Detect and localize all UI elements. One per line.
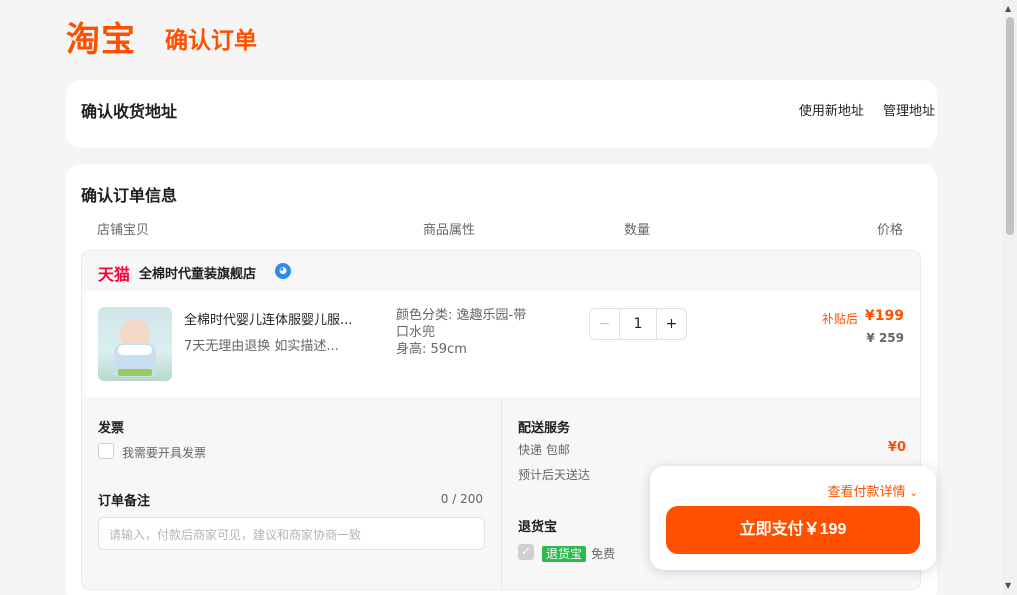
- product-attributes: 颜色分类: 逸趣乐园-带口水兜 身高: 59cm: [396, 307, 536, 358]
- shop-name[interactable]: 全棉时代童装旗舰店: [139, 263, 256, 282]
- use-new-address-link[interactable]: 使用新地址: [799, 104, 864, 119]
- column-price: 价格: [877, 223, 904, 238]
- taobao-logo[interactable]: 淘宝: [66, 20, 136, 60]
- product-services: 7天无理由退换 如实描述...: [184, 339, 339, 354]
- tmall-logo: 天猫: [98, 265, 131, 284]
- pay-panel: 查看付款详情 ⌄ 立即支付￥199: [650, 466, 936, 570]
- wangwang-chat-icon[interactable]: ◕: [275, 263, 291, 279]
- delivery-fee: ¥0: [887, 440, 906, 455]
- quantity-input[interactable]: 1: [620, 309, 656, 339]
- payment-details-label: 查看付款详情: [827, 485, 906, 500]
- return-insurance-title: 退货宝: [518, 520, 558, 535]
- increase-button[interactable]: +: [656, 309, 686, 339]
- price-original: ¥ 259: [866, 331, 904, 345]
- column-attributes: 商品属性: [423, 223, 476, 238]
- scroll-up-arrow-icon[interactable]: ▲: [1005, 4, 1011, 13]
- remark-title: 订单备注: [98, 494, 151, 509]
- column-quantity: 数量: [624, 223, 651, 238]
- return-insurance-free: 免费: [591, 547, 616, 561]
- price-current: ¥199: [865, 308, 904, 324]
- return-insurance-badge: 退货宝: [542, 546, 587, 562]
- order-title: 确认订单信息: [81, 186, 178, 205]
- attr-height: 身高: 59cm: [396, 342, 467, 357]
- address-title: 确认收货地址: [81, 102, 178, 121]
- payment-details-link[interactable]: 查看付款详情 ⌄: [827, 481, 918, 500]
- manage-address-link[interactable]: 管理地址: [883, 104, 935, 119]
- invoice-title: 发票: [98, 421, 125, 436]
- column-shop-item: 店铺宝贝: [97, 223, 150, 238]
- product-name[interactable]: 全棉时代婴儿连体服婴儿服...: [184, 309, 374, 328]
- pay-now-button[interactable]: 立即支付￥199: [666, 506, 920, 554]
- delivery-estimate: 预计后天送达: [518, 468, 591, 482]
- invoice-checkbox[interactable]: [98, 443, 114, 459]
- shop-header: 天猫 全棉时代童装旗舰店 ◕: [82, 251, 920, 291]
- address-card: 确认收货地址 使用新地址 管理地址: [66, 80, 937, 148]
- delivery-method: 快递 包邮: [518, 443, 570, 457]
- price-subsidy-label: 补贴后: [821, 312, 858, 326]
- product-image[interactable]: [98, 307, 172, 381]
- attr-color: 颜色分类: 逸趣乐园-带口水兜: [396, 308, 527, 340]
- quantity-stepper: − 1 +: [589, 308, 687, 340]
- return-insurance-checkbox[interactable]: ✓: [518, 544, 534, 560]
- remark-input[interactable]: 请输入，付款后商家可见，建议和商家协商一致: [98, 517, 485, 550]
- chevron-down-icon: ⌄: [909, 488, 918, 499]
- remark-counter: 0 / 200: [440, 492, 483, 506]
- delivery-title: 配送服务: [518, 421, 571, 436]
- return-insurance-label: 退货宝 免费: [542, 543, 615, 562]
- address-actions: 使用新地址 管理地址: [785, 100, 935, 119]
- scroll-down-arrow-icon[interactable]: ▼: [1005, 581, 1011, 590]
- invoice-checkbox-label[interactable]: 我需要开具发票: [122, 444, 206, 461]
- decrease-button[interactable]: −: [590, 309, 620, 339]
- page-scrollbar[interactable]: ▲ ▼: [1002, 0, 1017, 595]
- page-title: 确认订单: [165, 28, 257, 54]
- scrollbar-thumb[interactable]: [1006, 17, 1014, 235]
- invoice-remark-section: 发票 我需要开具发票 订单备注 0 / 200 请输入，付款后商家可见，建议和商…: [82, 397, 502, 589]
